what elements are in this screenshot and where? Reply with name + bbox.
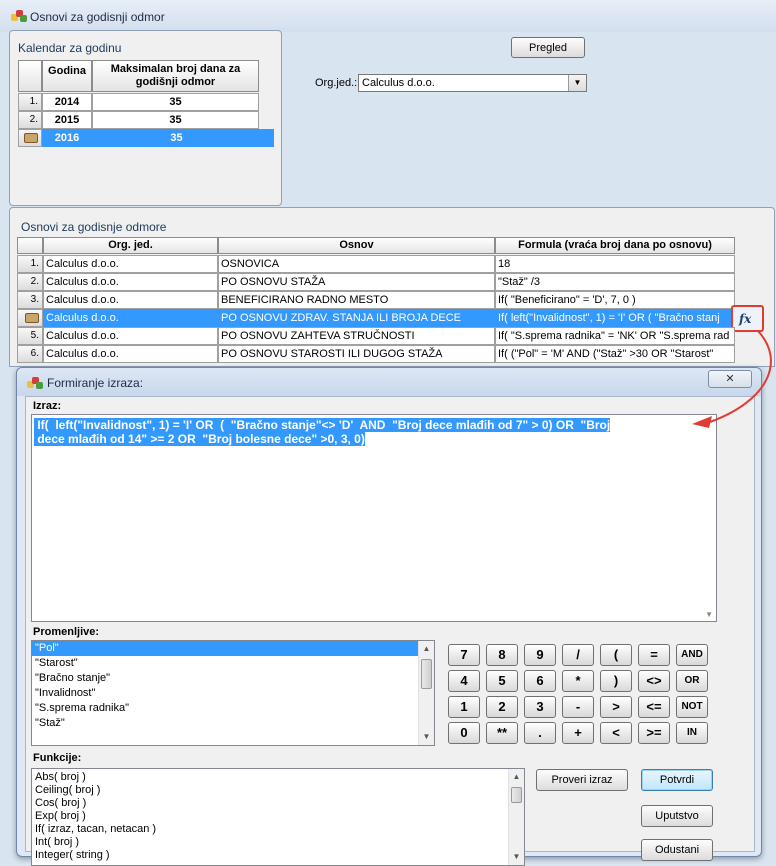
callout-arrow	[692, 330, 772, 428]
